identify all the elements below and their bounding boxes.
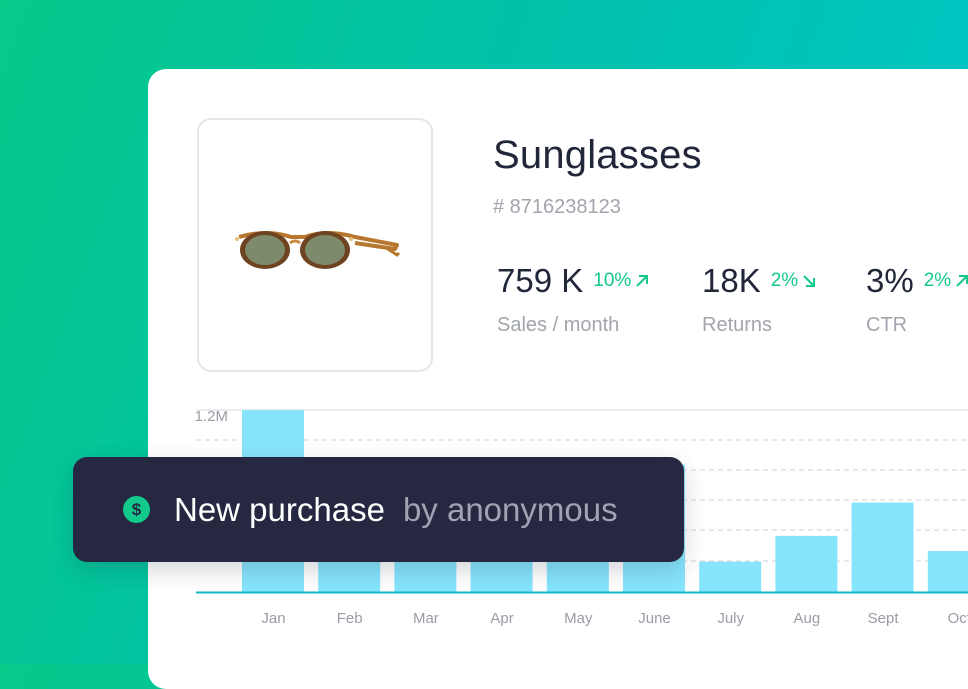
x-tick-label: Oct — [948, 610, 968, 627]
x-tick-label: June — [638, 610, 671, 627]
x-tick-label: Feb — [337, 610, 363, 627]
sales-bar-chart: 1.2M Jan Feb Mar Apr May June July Aug Sept Oct — [195, 408, 968, 627]
x-tick-label: Jan — [261, 610, 285, 627]
dollar-icon: $ — [123, 496, 150, 523]
x-tick-label: July — [717, 610, 744, 627]
toast-message: New purchase — [174, 490, 385, 528]
bar-sept — [851, 502, 914, 592]
x-tick-label: Mar — [413, 610, 439, 627]
x-tick-label: May — [564, 610, 593, 627]
toast-author: by anonymous — [402, 490, 618, 528]
y-tick-label: 1.2M — [195, 408, 228, 425]
product-card: Sunglasses # 8716238123 759 K 10% Sales … — [148, 69, 968, 689]
x-tick-label: Apr — [490, 610, 513, 627]
bar-july — [699, 561, 762, 592]
purchase-toast[interactable]: $ New purchase by anonymous — [73, 457, 684, 562]
bar-oct — [927, 551, 968, 592]
x-tick-label: Sept — [868, 610, 900, 627]
bar-aug — [775, 535, 838, 592]
x-tick-label: Aug — [794, 610, 821, 627]
